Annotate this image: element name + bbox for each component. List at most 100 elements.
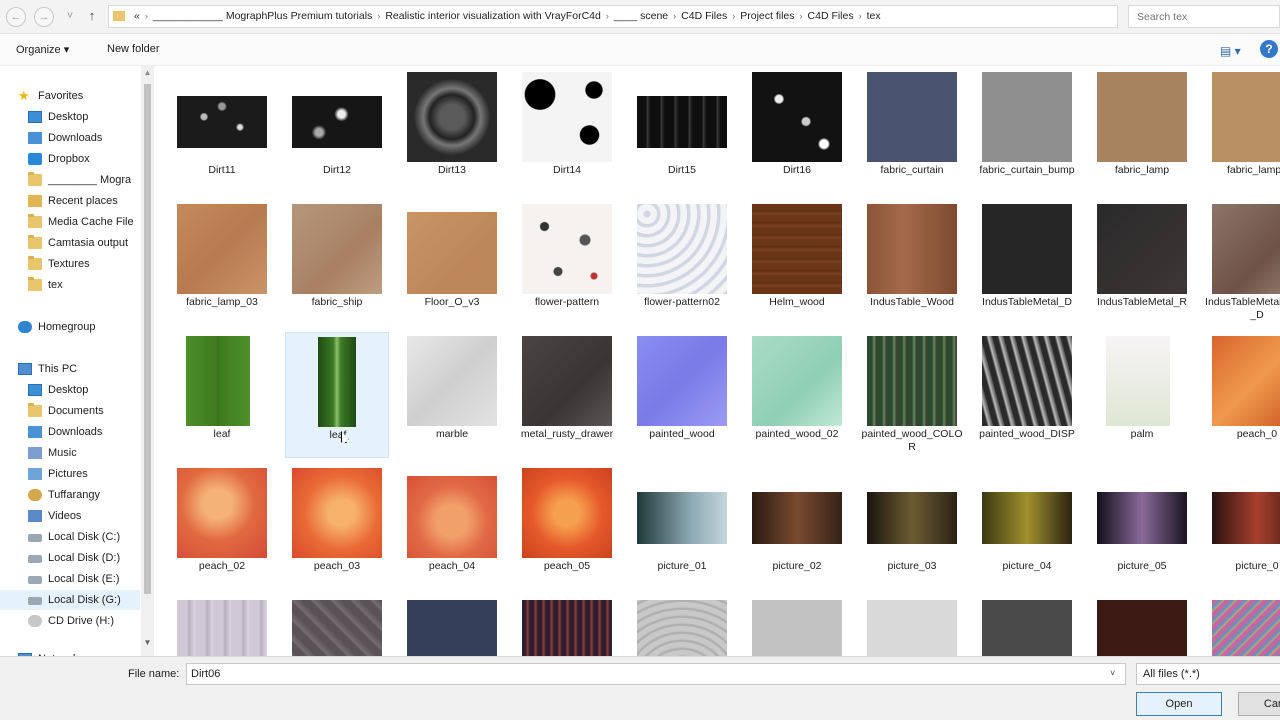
chevron-right-icon[interactable]: › xyxy=(730,6,737,27)
nav-item[interactable]: Dropbox xyxy=(0,149,140,169)
file-tile[interactable] xyxy=(1205,596,1280,658)
file-thumbnail[interactable] xyxy=(867,336,957,426)
file-thumbnail[interactable] xyxy=(177,204,267,294)
chevron-right-icon[interactable]: › xyxy=(143,6,150,27)
file-thumbnail[interactable] xyxy=(982,600,1072,658)
file-thumbnail[interactable] xyxy=(522,468,612,558)
view-options-icon[interactable]: ▤ ▾ xyxy=(1220,44,1241,58)
file-tile[interactable]: peach_02 xyxy=(170,464,274,590)
file-tile[interactable] xyxy=(515,596,619,658)
nav-item[interactable]: Local Disk (C:) xyxy=(0,527,140,547)
file-tile[interactable]: leaf xyxy=(170,332,274,458)
nav-item[interactable]: Tuffarangy xyxy=(0,485,140,505)
file-tile[interactable]: picture_04 xyxy=(975,464,1079,590)
nav-item[interactable]: Documents xyxy=(0,401,140,421)
forward-button[interactable]: → xyxy=(34,7,54,27)
file-thumbnail[interactable] xyxy=(637,600,727,658)
file-thumbnail[interactable] xyxy=(292,96,382,148)
nav-item[interactable]: This PC xyxy=(0,359,140,379)
file-tile[interactable]: picture_03 xyxy=(860,464,964,590)
open-button[interactable]: Open xyxy=(1136,692,1222,716)
chevron-right-icon[interactable]: › xyxy=(671,6,678,27)
file-thumbnail[interactable] xyxy=(637,492,727,544)
breadcrumb-item[interactable]: Realistic interior visualization with Vr… xyxy=(382,6,604,27)
chevron-right-icon[interactable]: › xyxy=(375,6,382,27)
nav-item[interactable]: Desktop xyxy=(0,107,140,127)
nav-item[interactable]: Videos xyxy=(0,506,140,526)
file-thumbnail[interactable] xyxy=(522,336,612,426)
up-button[interactable]: ↑ xyxy=(82,7,102,27)
file-tile[interactable] xyxy=(170,596,274,658)
file-thumbnail[interactable] xyxy=(752,72,842,162)
help-icon[interactable]: ? xyxy=(1260,40,1278,58)
nav-scrollbar-thumb[interactable] xyxy=(144,84,151,594)
nav-item[interactable]: Pictures xyxy=(0,464,140,484)
file-thumbnail[interactable] xyxy=(407,212,497,294)
file-tile[interactable]: Dirt11 xyxy=(170,68,274,194)
breadcrumb-item[interactable]: ____ scene xyxy=(611,6,671,27)
file-tile[interactable]: Floor_O_v3 xyxy=(400,200,504,326)
file-thumbnail[interactable] xyxy=(292,468,382,558)
file-thumbnail[interactable] xyxy=(177,96,267,148)
nav-item[interactable]: Recent places xyxy=(0,191,140,211)
file-tile[interactable] xyxy=(1090,596,1194,658)
file-tile[interactable]: fabric_curtain_bump xyxy=(975,68,1079,194)
back-button[interactable]: ← xyxy=(6,7,26,27)
file-thumbnail[interactable] xyxy=(1097,600,1187,658)
file-thumbnail[interactable] xyxy=(982,72,1072,162)
file-thumbnail[interactable] xyxy=(1212,336,1280,426)
file-tile[interactable] xyxy=(400,596,504,658)
nav-item[interactable]: Music xyxy=(0,443,140,463)
file-thumbnail[interactable] xyxy=(1097,204,1187,294)
file-thumbnail[interactable] xyxy=(177,468,267,558)
breadcrumb-item[interactable]: tex xyxy=(864,6,884,27)
file-tile[interactable]: fabric_lamp xyxy=(1090,68,1194,194)
search-input[interactable] xyxy=(1128,5,1280,28)
file-tile[interactable]: picture_05 xyxy=(1090,464,1194,590)
file-tile[interactable]: peach_0 xyxy=(1205,332,1280,458)
file-thumbnail[interactable] xyxy=(982,492,1072,544)
chevron-right-icon[interactable]: › xyxy=(857,6,864,27)
file-tile[interactable]: marble xyxy=(400,332,504,458)
nav-item[interactable]: Desktop xyxy=(0,380,140,400)
file-tile[interactable]: picture_0 xyxy=(1205,464,1280,590)
file-tile[interactable]: fabric_lamp_ xyxy=(1205,68,1280,194)
file-thumbnail[interactable] xyxy=(407,600,497,658)
file-thumbnail[interactable] xyxy=(1106,336,1170,426)
file-tile[interactable]: picture_01 xyxy=(630,464,734,590)
file-tile[interactable]: Dirt12 xyxy=(285,68,389,194)
file-thumbnail[interactable] xyxy=(1212,600,1280,658)
nav-item[interactable]: Camtasia output xyxy=(0,233,140,253)
file-thumbnail[interactable] xyxy=(1097,492,1187,544)
chevron-down-icon[interactable]: ˅ xyxy=(1110,668,1115,678)
file-tile[interactable] xyxy=(630,596,734,658)
nav-item[interactable]: Downloads xyxy=(0,128,140,148)
file-tile[interactable]: flower-pattern02 xyxy=(630,200,734,326)
file-tile[interactable]: painted_wood_COLOR xyxy=(860,332,964,458)
file-thumbnail[interactable] xyxy=(867,600,957,658)
nav-item[interactable]: tex xyxy=(0,275,140,295)
file-thumbnail[interactable] xyxy=(407,72,497,162)
file-tile[interactable]: painted_wood_02 xyxy=(745,332,849,458)
file-thumbnail[interactable] xyxy=(407,476,497,558)
breadcrumb-item[interactable]: C4D Files xyxy=(805,6,857,27)
file-tile[interactable]: leaf xyxy=(285,332,389,458)
file-thumbnail[interactable] xyxy=(407,336,497,426)
chevron-right-icon[interactable]: › xyxy=(798,6,805,27)
file-tile[interactable]: painted_wood xyxy=(630,332,734,458)
file-thumbnail[interactable] xyxy=(1212,72,1280,162)
file-tile[interactable] xyxy=(975,596,1079,658)
nav-item[interactable]: Downloads xyxy=(0,422,140,442)
file-thumbnail[interactable] xyxy=(752,492,842,544)
file-thumbnail[interactable] xyxy=(982,336,1072,426)
file-tile[interactable]: IndusTableMetal_D xyxy=(975,200,1079,326)
file-tile[interactable]: Helm_wood xyxy=(745,200,849,326)
file-thumbnail[interactable] xyxy=(1212,492,1280,544)
file-thumbnail[interactable] xyxy=(186,336,250,426)
nav-item[interactable]: ________ Mogra xyxy=(0,170,140,190)
file-tile[interactable]: fabric_lamp_03 xyxy=(170,200,274,326)
file-tile[interactable]: Dirt15 xyxy=(630,68,734,194)
file-thumbnail[interactable] xyxy=(177,600,267,658)
nav-item[interactable]: Local Disk (E:) xyxy=(0,569,140,589)
file-tile[interactable]: picture_02 xyxy=(745,464,849,590)
